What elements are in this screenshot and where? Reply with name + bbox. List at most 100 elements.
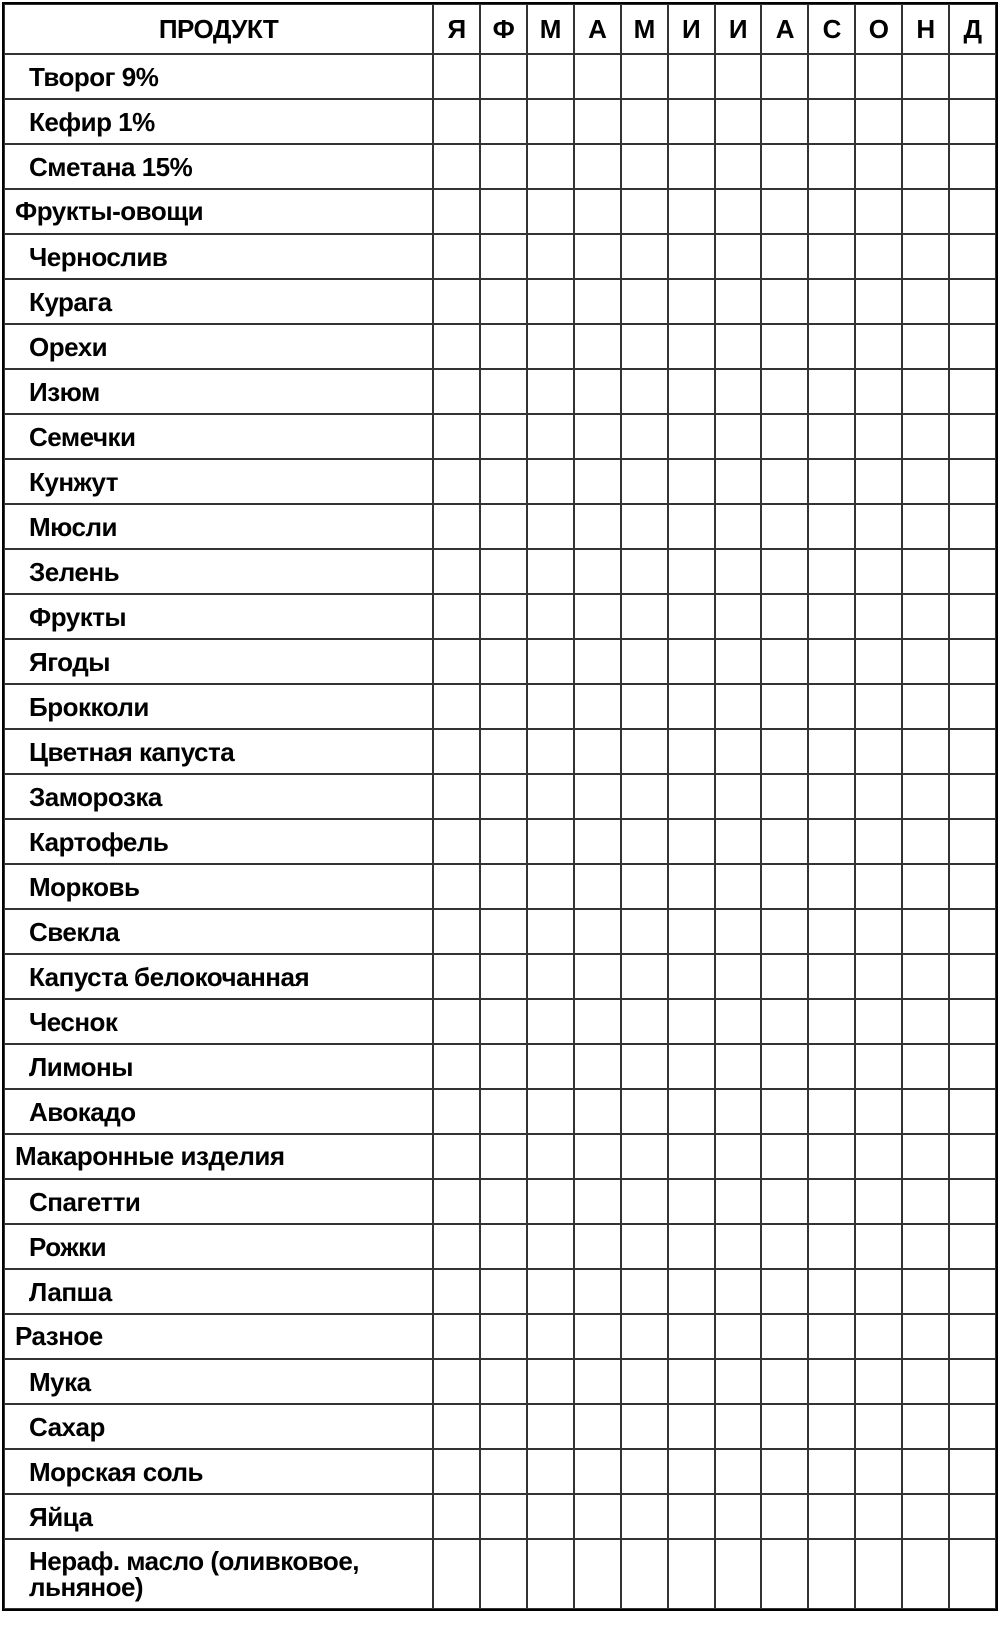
month-cell: [761, 504, 808, 549]
table-row: Морковь: [4, 864, 996, 909]
month-cell: [902, 144, 949, 189]
table-row: Чеснок: [4, 999, 996, 1044]
month-cell: [574, 729, 621, 774]
month-cell: [715, 1179, 762, 1224]
month-cell: [808, 639, 855, 684]
month-cell: [949, 144, 996, 189]
month-cell: [715, 594, 762, 639]
month-cell: [480, 909, 527, 954]
table-row: Орехи: [4, 324, 996, 369]
month-cell: [574, 1359, 621, 1404]
month-cell: [808, 189, 855, 234]
month-cell: [855, 549, 902, 594]
month-cell: [527, 1224, 574, 1269]
month-cell: [574, 144, 621, 189]
month-cell: [761, 144, 808, 189]
month-cell: [808, 1494, 855, 1539]
month-cell: [527, 99, 574, 144]
month-cell: [855, 954, 902, 999]
month-header: И: [668, 4, 715, 54]
month-cell: [902, 414, 949, 459]
month-cell: [808, 1044, 855, 1089]
month-cell: [574, 954, 621, 999]
month-cell: [902, 99, 949, 144]
month-cell: [808, 234, 855, 279]
month-cell: [855, 324, 902, 369]
month-cell: [808, 1314, 855, 1359]
month-cell: [574, 99, 621, 144]
month-cell: [949, 414, 996, 459]
month-cell: [668, 999, 715, 1044]
month-cell: [902, 1494, 949, 1539]
month-cell: [949, 234, 996, 279]
month-cell: [808, 1224, 855, 1269]
month-cell: [574, 54, 621, 99]
month-cell: [949, 1089, 996, 1134]
month-cell: [480, 549, 527, 594]
month-cell: [621, 909, 668, 954]
month-cell: [480, 1089, 527, 1134]
month-cell: [761, 1314, 808, 1359]
month-cell: [621, 1134, 668, 1179]
month-cell: [761, 1179, 808, 1224]
month-cell: [949, 864, 996, 909]
month-cell: [808, 459, 855, 504]
month-cell: [949, 1539, 996, 1609]
month-cell: [808, 54, 855, 99]
month-cell: [574, 819, 621, 864]
month-cell: [433, 684, 480, 729]
month-cell: [668, 144, 715, 189]
month-cell: [855, 909, 902, 954]
month-cell: [480, 729, 527, 774]
month-cell: [715, 369, 762, 414]
month-cell: [715, 459, 762, 504]
month-cell: [433, 774, 480, 819]
month-cell: [574, 504, 621, 549]
month-cell: [527, 459, 574, 504]
month-cell: [574, 459, 621, 504]
month-cell: [527, 1134, 574, 1179]
table-row: Спагетти: [4, 1179, 996, 1224]
month-cell: [433, 954, 480, 999]
month-cell: [433, 1539, 480, 1609]
month-cell: [715, 774, 762, 819]
month-cell: [433, 1134, 480, 1179]
month-cell: [433, 54, 480, 99]
month-cell: [902, 369, 949, 414]
month-cell: [668, 1044, 715, 1089]
month-cell: [621, 819, 668, 864]
month-cell: [855, 1449, 902, 1494]
month-cell: [574, 999, 621, 1044]
product-label: Кефир 1%: [4, 99, 433, 144]
month-cell: [949, 1179, 996, 1224]
month-cell: [715, 1359, 762, 1404]
month-cell: [949, 504, 996, 549]
month-cell: [668, 594, 715, 639]
month-cell: [902, 1404, 949, 1449]
month-cell: [668, 459, 715, 504]
product-label: Сметана 15%: [4, 144, 433, 189]
table-row: Нераф. масло (оливковое, льняное): [4, 1539, 996, 1609]
month-header: Д: [949, 4, 996, 54]
table-row: Авокадо: [4, 1089, 996, 1134]
month-cell: [480, 1449, 527, 1494]
month-cell: [574, 1134, 621, 1179]
month-cell: [761, 459, 808, 504]
month-cell: [621, 594, 668, 639]
month-cell: [808, 729, 855, 774]
month-cell: [902, 54, 949, 99]
month-cell: [574, 324, 621, 369]
table-row: Мука: [4, 1359, 996, 1404]
month-cell: [433, 909, 480, 954]
month-cell: [574, 864, 621, 909]
month-cell: [808, 1449, 855, 1494]
month-cell: [433, 1044, 480, 1089]
month-cell: [574, 369, 621, 414]
month-cell: [574, 774, 621, 819]
table-row: Капуста белокочанная: [4, 954, 996, 999]
month-cell: [433, 234, 480, 279]
month-cell: [574, 1449, 621, 1494]
month-cell: [621, 999, 668, 1044]
month-cell: [949, 1134, 996, 1179]
table-row: Рожки: [4, 1224, 996, 1269]
